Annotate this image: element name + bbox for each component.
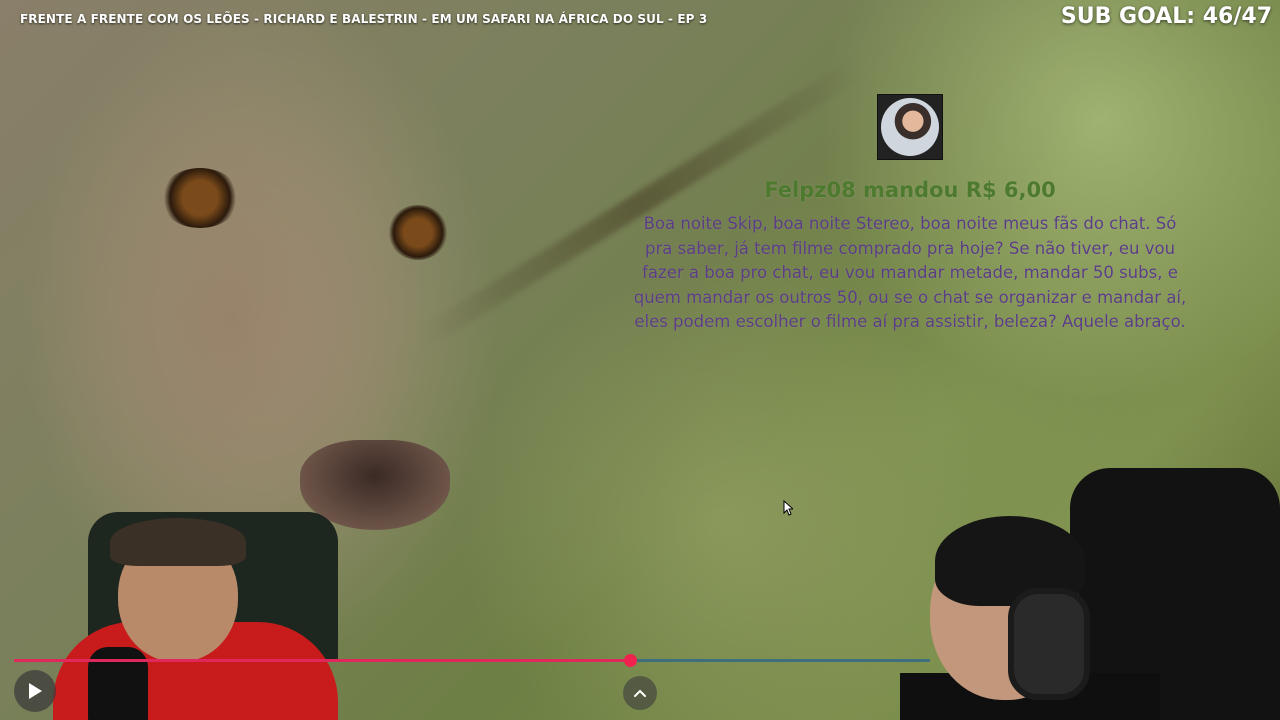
donor-avatar	[877, 94, 943, 160]
mouse-cursor-icon	[783, 500, 793, 516]
donation-alert: Felpz08 mandou R$ 6,00 Boa noite Skip, b…	[630, 94, 1190, 335]
progress-bar-played[interactable]	[14, 659, 630, 662]
donation-message: Boa noite Skip, boa noite Stereo, boa no…	[633, 214, 1187, 331]
donation-header: Felpz08 mandou R$ 6,00	[630, 178, 1190, 202]
play-icon	[29, 683, 42, 699]
donor-name: Felpz08	[764, 178, 856, 202]
progress-scrubber[interactable]	[624, 654, 637, 667]
expand-controls-button[interactable]	[623, 676, 657, 710]
webcam-left	[48, 512, 338, 720]
chevron-up-icon	[634, 689, 646, 697]
stream-title: FRENTE A FRENTE COM OS LEÕES - RICHARD E…	[20, 12, 708, 26]
donation-action: mandou	[863, 178, 959, 202]
sub-goal-counter: SUB GOAL: 46/47	[1060, 4, 1272, 29]
play-button[interactable]	[14, 670, 56, 712]
microphone	[88, 647, 148, 720]
webcam-right	[900, 468, 1280, 720]
donation-amount: R$ 6,00	[965, 178, 1056, 202]
headset	[1008, 588, 1090, 700]
progress-bar-remaining[interactable]	[630, 659, 930, 662]
lion-eye-left	[160, 168, 240, 228]
lion-eye-right	[388, 205, 448, 260]
